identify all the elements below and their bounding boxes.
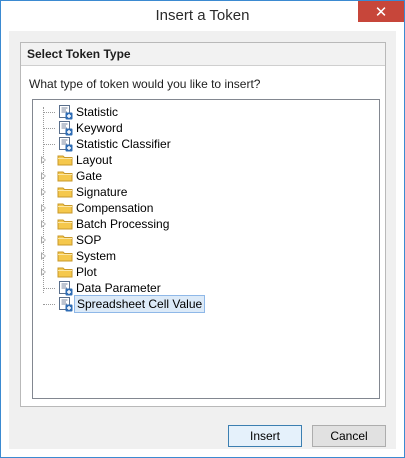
tree-item-statistic[interactable]: Statistic — [33, 104, 373, 120]
token-icon — [57, 120, 73, 136]
tree-item-label: Layout — [76, 153, 113, 167]
panel-header: Select Token Type — [21, 43, 385, 66]
folder-icon — [57, 152, 73, 168]
tree-item-compensation[interactable]: Compensation — [33, 200, 373, 216]
expand-arrow-icon[interactable] — [41, 268, 46, 276]
tree-item-keyword[interactable]: Keyword — [33, 120, 373, 136]
tree-item-spreadsheet-cell-value[interactable]: Spreadsheet Cell Value — [33, 295, 373, 313]
tree-item-statistic-classifier[interactable]: Statistic Classifier — [33, 136, 373, 152]
tree-item-label: Batch Processing — [76, 217, 170, 231]
expand-arrow-icon[interactable] — [41, 236, 46, 244]
token-type-panel: Select Token Type What type of token wou… — [20, 42, 386, 407]
tree-item-label: Plot — [76, 265, 97, 279]
expand-arrow-icon[interactable] — [41, 156, 46, 164]
insert-button[interactable]: Insert — [228, 425, 302, 447]
expand-arrow-icon[interactable] — [41, 188, 46, 196]
cancel-button[interactable]: Cancel — [312, 425, 386, 447]
token-icon — [57, 296, 73, 312]
tree-item-data-parameter[interactable]: Data Parameter — [33, 280, 373, 296]
token-icon — [57, 280, 73, 296]
tree-item-label: Data Parameter — [76, 281, 161, 295]
dialog-title: Insert a Token — [155, 7, 250, 24]
tree-item-layout[interactable]: Layout — [33, 152, 373, 168]
question-text: What type of token would you like to ins… — [29, 77, 261, 91]
tree-connector — [43, 128, 55, 129]
tree-item-label: Statistic Classifier — [76, 137, 171, 151]
token-tree[interactable]: Statistic Keyword Statistic Classifier Layo… — [32, 99, 380, 399]
tree-item-label: SOP — [76, 233, 102, 247]
folder-icon — [57, 232, 73, 248]
tree-item-batch-processing[interactable]: Batch Processing — [33, 216, 373, 232]
expand-arrow-icon[interactable] — [41, 172, 46, 180]
tree-item-plot[interactable]: Plot — [33, 264, 373, 280]
tree-item-label: Statistic — [76, 105, 119, 119]
tree-item-label: Spreadsheet Cell Value — [74, 295, 206, 313]
expand-arrow-icon[interactable] — [41, 204, 46, 212]
folder-icon — [57, 264, 73, 280]
tree-item-system[interactable]: System — [33, 248, 373, 264]
folder-icon — [57, 168, 73, 184]
tree-item-label: System — [76, 249, 117, 263]
expand-arrow-icon[interactable] — [41, 220, 46, 228]
folder-icon — [57, 248, 73, 264]
token-icon — [57, 104, 73, 120]
title-bar[interactable]: Insert a Token ✕ — [1, 1, 404, 31]
tree-item-label: Signature — [76, 185, 128, 199]
close-icon: ✕ — [374, 2, 388, 21]
tree-item-signature[interactable]: Signature — [33, 184, 373, 200]
token-icon — [57, 136, 73, 152]
expand-arrow-icon[interactable] — [41, 252, 46, 260]
tree-item-sop[interactable]: SOP — [33, 232, 373, 248]
tree-item-gate[interactable]: Gate — [33, 168, 373, 184]
tree-connector — [43, 288, 55, 289]
folder-icon — [57, 216, 73, 232]
insert-token-dialog: Insert a Token ✕ Select Token Type What … — [0, 0, 405, 458]
tree-item-label: Keyword — [76, 121, 123, 135]
tree-connector — [43, 304, 55, 305]
tree-connector — [43, 144, 55, 145]
tree-item-label: Compensation — [76, 201, 154, 215]
dialog-body: Select Token Type What type of token wou… — [9, 31, 396, 449]
folder-icon — [57, 184, 73, 200]
panel-header-label: Select Token Type — [27, 47, 131, 61]
tree-item-label: Gate — [76, 169, 103, 183]
tree-connector — [43, 112, 55, 113]
folder-icon — [57, 200, 73, 216]
close-button[interactable]: ✕ — [358, 1, 404, 22]
